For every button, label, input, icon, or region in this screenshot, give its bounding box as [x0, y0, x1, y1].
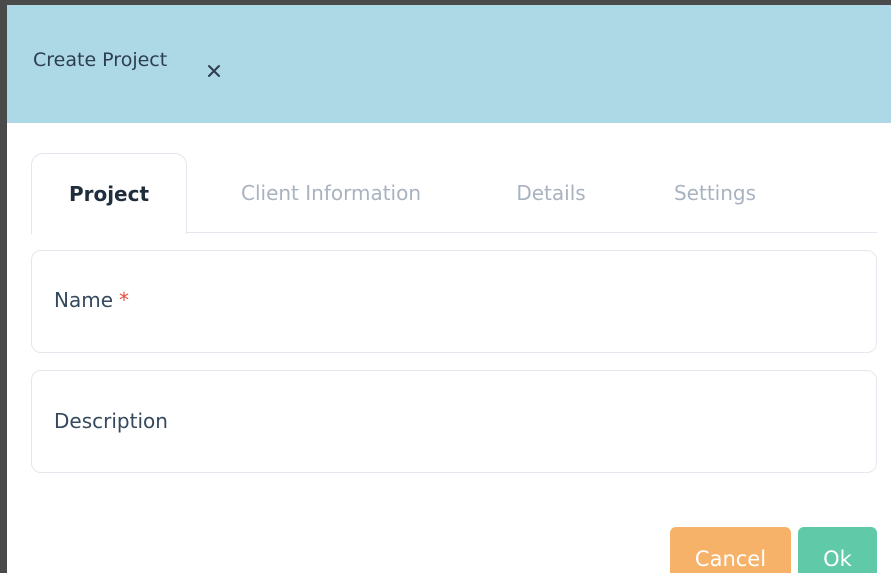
tab-bar: Project Client Information Details Setti…	[31, 153, 877, 234]
name-field[interactable]: Name *	[31, 250, 877, 353]
tab-client-information[interactable]: Client Information	[203, 153, 459, 233]
tab-details[interactable]: Details	[493, 153, 609, 233]
description-field-label: Description	[54, 409, 168, 433]
create-project-dialog: Create Project Project Client Informatio…	[7, 5, 891, 573]
dialog-header: Create Project	[7, 5, 891, 123]
description-field[interactable]: Description	[31, 370, 877, 473]
app-frame: Create Project Project Client Informatio…	[0, 0, 891, 573]
cancel-button[interactable]: Cancel	[670, 527, 791, 573]
name-field-label: Name *	[54, 288, 129, 312]
name-label-text: Name	[54, 288, 114, 312]
close-icon[interactable]	[206, 63, 222, 79]
tab-project[interactable]: Project	[31, 153, 187, 234]
ok-button[interactable]: Ok	[798, 527, 877, 573]
required-mark: *	[119, 288, 130, 312]
frame-border-left	[0, 0, 7, 573]
tab-settings[interactable]: Settings	[645, 153, 785, 233]
dialog-title: Create Project	[33, 49, 168, 71]
